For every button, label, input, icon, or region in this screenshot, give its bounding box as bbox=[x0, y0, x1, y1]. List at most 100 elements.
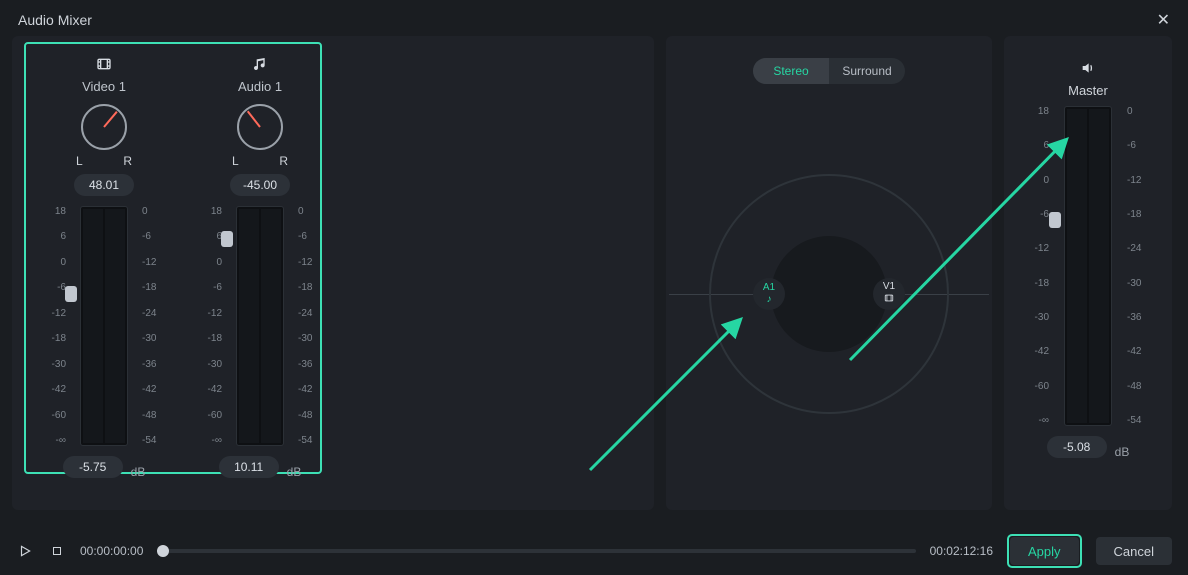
scale-tick: -42 bbox=[142, 384, 164, 395]
scale-tick: -12 bbox=[1127, 175, 1153, 186]
scale-tick: -12 bbox=[44, 308, 66, 319]
node-label: V1 bbox=[883, 282, 895, 292]
pan-value[interactable]: 48.01 bbox=[74, 174, 134, 196]
scale-tick: -48 bbox=[298, 410, 320, 421]
speaker-icon bbox=[1080, 60, 1096, 79]
meter-scale-left: 1860-6-12-18-30-42-60-∞ bbox=[1023, 106, 1049, 426]
scale-tick: -18 bbox=[298, 282, 320, 293]
channel-name: Video 1 bbox=[82, 79, 126, 94]
meter-scale-left: 1860-6-12-18-30-42-60-∞ bbox=[44, 206, 66, 446]
scale-tick: 0 bbox=[1127, 106, 1153, 117]
film-icon bbox=[96, 56, 112, 75]
timeline-scrubber[interactable] bbox=[157, 549, 915, 553]
meter-scale-right: 0-6-12-18-24-30-36-42-48-54 bbox=[142, 206, 164, 446]
scale-tick: -36 bbox=[298, 359, 320, 370]
music-icon: ♪ bbox=[767, 294, 772, 305]
scale-tick: -30 bbox=[44, 359, 66, 370]
scale-tick: -12 bbox=[1023, 243, 1049, 254]
channel-strip-audio1: Audio 1 L R -45.00 1860-6-12-18-30-42-60… bbox=[190, 56, 330, 488]
node-label: A1 bbox=[763, 283, 775, 293]
scale-tick: -42 bbox=[1023, 346, 1049, 357]
play-button[interactable] bbox=[16, 542, 34, 560]
gain-slider-thumb[interactable] bbox=[1049, 212, 1061, 228]
film-icon bbox=[884, 293, 894, 306]
gain-slider-thumb[interactable] bbox=[65, 286, 77, 302]
spatial-node-a1[interactable]: A1 ♪ bbox=[753, 278, 785, 310]
gain-value[interactable]: 10.11 bbox=[219, 456, 279, 478]
master-label: Master bbox=[1068, 83, 1108, 98]
scale-tick: -18 bbox=[142, 282, 164, 293]
surround-toggle[interactable]: Surround bbox=[829, 58, 905, 84]
meter-scale-right: 0-6-12-18-24-30-36-42-48-54 bbox=[1127, 106, 1153, 426]
scale-tick: -30 bbox=[1127, 278, 1153, 289]
scale-tick: -42 bbox=[200, 384, 222, 395]
scale-tick: -30 bbox=[1023, 312, 1049, 323]
scale-tick: -∞ bbox=[1023, 415, 1049, 426]
spatial-node-v1[interactable]: V1 bbox=[873, 278, 905, 310]
db-unit-label: dB bbox=[1115, 445, 1130, 459]
scale-tick: 6 bbox=[44, 231, 66, 242]
scale-tick: 0 bbox=[44, 257, 66, 268]
scale-tick: 6 bbox=[1023, 140, 1049, 151]
scale-tick: -24 bbox=[142, 308, 164, 319]
scale-tick: -54 bbox=[1127, 415, 1153, 426]
scale-tick: -6 bbox=[1127, 140, 1153, 151]
cancel-button[interactable]: Cancel bbox=[1096, 537, 1172, 565]
scale-tick: 0 bbox=[200, 257, 222, 268]
scale-tick: 18 bbox=[44, 206, 66, 217]
playhead[interactable] bbox=[157, 545, 169, 557]
master-panel: Master 1860-6-12-18-30-42-60-∞ 0-6-12-18… bbox=[1004, 36, 1172, 510]
scale-tick: -30 bbox=[298, 333, 320, 344]
level-meter bbox=[80, 206, 128, 446]
scale-tick: -24 bbox=[298, 308, 320, 319]
scale-tick: -6 bbox=[44, 282, 66, 293]
db-unit-label: dB bbox=[131, 465, 146, 479]
stereo-toggle[interactable]: Stereo bbox=[753, 58, 829, 84]
apply-button[interactable]: Apply bbox=[1010, 537, 1079, 565]
db-unit-label: dB bbox=[287, 465, 302, 479]
scale-tick: -24 bbox=[1127, 243, 1153, 254]
scale-tick: 18 bbox=[1023, 106, 1049, 117]
annotation-highlight: Apply bbox=[1007, 534, 1082, 568]
pan-value[interactable]: -45.00 bbox=[230, 174, 290, 196]
scale-tick: -54 bbox=[298, 435, 320, 446]
playback-bar: 00:00:00:00 00:02:12:16 Apply Cancel bbox=[0, 527, 1188, 575]
scale-tick: -60 bbox=[1023, 381, 1049, 392]
scale-tick: -60 bbox=[44, 410, 66, 421]
scale-tick: -42 bbox=[44, 384, 66, 395]
pan-left-label: L bbox=[232, 154, 239, 168]
scale-tick: -6 bbox=[200, 282, 222, 293]
spatial-panel: Stereo Surround A1 ♪ V1 bbox=[666, 36, 992, 510]
channel-strip-video1: Video 1 L R 48.01 1860-6-12-18-30-42-60-… bbox=[34, 56, 174, 488]
stop-button[interactable] bbox=[48, 542, 66, 560]
scale-tick: -42 bbox=[298, 384, 320, 395]
meter-scale-left: 1860-6-12-18-30-42-60-∞ bbox=[200, 206, 222, 446]
scale-tick: 0 bbox=[1023, 175, 1049, 186]
level-meter bbox=[1064, 106, 1112, 426]
level-meter bbox=[236, 206, 284, 446]
pan-knob[interactable] bbox=[237, 104, 283, 150]
pan-right-label: R bbox=[279, 154, 288, 168]
scale-tick: -18 bbox=[1023, 278, 1049, 289]
mode-toggle: Stereo Surround bbox=[753, 58, 905, 84]
pan-knob[interactable] bbox=[81, 104, 127, 150]
scale-tick: -60 bbox=[200, 410, 222, 421]
channel-name: Audio 1 bbox=[238, 79, 282, 94]
scale-tick: -48 bbox=[142, 410, 164, 421]
time-current: 00:00:00:00 bbox=[80, 544, 143, 558]
scale-tick: -54 bbox=[142, 435, 164, 446]
scale-tick: -12 bbox=[142, 257, 164, 268]
scale-tick: -42 bbox=[1127, 346, 1153, 357]
scale-tick: -48 bbox=[1127, 381, 1153, 392]
pan-needle bbox=[103, 111, 117, 128]
scale-tick: -12 bbox=[298, 257, 320, 268]
gain-value[interactable]: -5.75 bbox=[63, 456, 123, 478]
scale-tick: -6 bbox=[142, 231, 164, 242]
ring-inner bbox=[771, 236, 887, 352]
gain-value[interactable]: -5.08 bbox=[1047, 436, 1107, 458]
spatial-ring[interactable]: A1 ♪ V1 bbox=[709, 174, 949, 414]
gain-slider-thumb[interactable] bbox=[221, 231, 233, 247]
close-icon[interactable]: ✕ bbox=[1157, 10, 1170, 30]
scale-tick: -12 bbox=[200, 308, 222, 319]
scale-tick: -30 bbox=[200, 359, 222, 370]
